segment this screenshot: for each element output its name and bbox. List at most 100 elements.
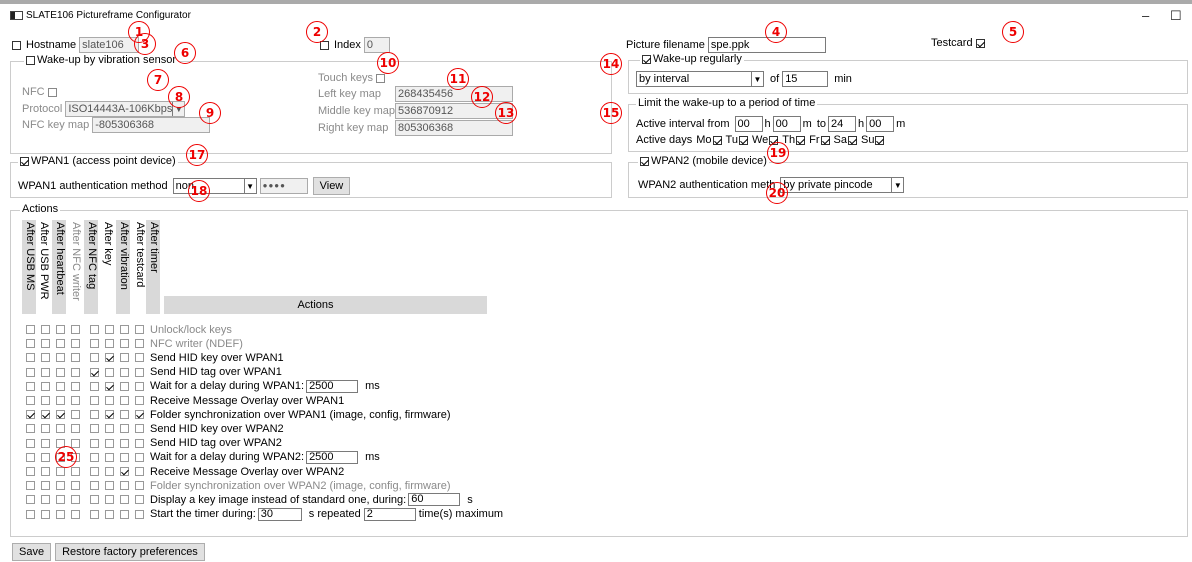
- action-checkbox[interactable]: [135, 410, 144, 420]
- action-checkbox[interactable]: [26, 495, 35, 505]
- action-checkbox[interactable]: [105, 424, 114, 434]
- wpan1-checkbox[interactable]: [20, 156, 29, 166]
- action-checkbox[interactable]: [26, 452, 35, 462]
- right-keymap-input[interactable]: 805306368: [395, 120, 513, 136]
- action-checkbox[interactable]: [105, 367, 114, 377]
- vibration-checkbox[interactable]: [26, 55, 35, 65]
- action-checkbox[interactable]: [71, 367, 80, 377]
- action-checkbox[interactable]: [120, 495, 129, 505]
- action-checkbox[interactable]: [71, 424, 80, 434]
- action-checkbox[interactable]: [41, 509, 50, 519]
- action-value-input[interactable]: 2500: [306, 379, 359, 393]
- action-checkbox[interactable]: [56, 467, 65, 476]
- action-checkbox[interactable]: [105, 325, 114, 334]
- action-checkbox[interactable]: [135, 438, 144, 448]
- action-checkbox[interactable]: [41, 353, 50, 363]
- action-checkbox[interactable]: [56, 381, 65, 391]
- action-checkbox[interactable]: [135, 481, 144, 491]
- view-password-button[interactable]: View: [312, 177, 351, 195]
- maximize-button[interactable]: ☐: [1170, 8, 1182, 24]
- nfc-checkbox[interactable]: [47, 87, 57, 97]
- day-sa-checkbox[interactable]: [847, 135, 857, 145]
- action-checkbox[interactable]: [105, 495, 114, 505]
- action-checkbox[interactable]: [71, 438, 80, 448]
- action-checkbox[interactable]: [71, 467, 80, 476]
- action-checkbox[interactable]: [120, 325, 129, 334]
- wake-interval-input[interactable]: 15: [782, 71, 829, 87]
- wake-regularly-checkbox[interactable]: [642, 54, 651, 64]
- action-checkbox[interactable]: [120, 481, 129, 491]
- wpan2-auth-select[interactable]: by private pincode ▼: [780, 177, 905, 193]
- day-mo-checkbox[interactable]: [712, 135, 722, 145]
- action-checkbox[interactable]: [71, 495, 80, 505]
- action-checkbox[interactable]: [90, 438, 99, 448]
- action-checkbox[interactable]: [56, 481, 65, 491]
- action-checkbox[interactable]: [120, 410, 129, 420]
- action-checkbox[interactable]: [105, 452, 114, 462]
- to-minute-input[interactable]: 00: [866, 116, 895, 132]
- action-checkbox[interactable]: [120, 452, 129, 462]
- action-checkbox[interactable]: [56, 509, 65, 519]
- action-checkbox[interactable]: [105, 381, 114, 391]
- action-checkbox[interactable]: [135, 381, 144, 391]
- action-checkbox[interactable]: [90, 396, 99, 405]
- action-checkbox[interactable]: [26, 467, 35, 476]
- action-checkbox[interactable]: [105, 410, 114, 420]
- day-su-checkbox[interactable]: [875, 135, 885, 145]
- action-checkbox[interactable]: [56, 495, 65, 505]
- action-checkbox[interactable]: [56, 424, 65, 434]
- action-checkbox[interactable]: [135, 396, 144, 405]
- day-th-checkbox[interactable]: [796, 135, 806, 145]
- minimize-button[interactable]: –: [1142, 8, 1149, 23]
- action-checkbox[interactable]: [120, 381, 129, 391]
- save-button[interactable]: Save: [12, 543, 52, 561]
- action-checkbox[interactable]: [41, 381, 50, 391]
- action-checkbox[interactable]: [71, 353, 80, 363]
- action-checkbox[interactable]: [41, 410, 50, 420]
- action-checkbox[interactable]: [56, 353, 65, 363]
- action-checkbox[interactable]: [90, 339, 99, 349]
- action-checkbox[interactable]: [135, 325, 144, 334]
- action-checkbox[interactable]: [135, 353, 144, 363]
- action-checkbox[interactable]: [56, 396, 65, 405]
- action-value-input[interactable]: 2500: [306, 450, 359, 464]
- restore-factory-button[interactable]: Restore factory preferences: [55, 543, 205, 561]
- action-checkbox[interactable]: [26, 339, 35, 349]
- action-checkbox[interactable]: [90, 381, 99, 391]
- action-checkbox[interactable]: [120, 424, 129, 434]
- action-checkbox[interactable]: [135, 367, 144, 377]
- wpan2-checkbox[interactable]: [640, 156, 649, 166]
- action-checkbox[interactable]: [90, 495, 99, 505]
- action-checkbox[interactable]: [56, 367, 65, 377]
- action-checkbox[interactable]: [90, 325, 99, 334]
- action-checkbox[interactable]: [71, 481, 80, 491]
- day-fr-checkbox[interactable]: [820, 135, 830, 145]
- action-checkbox[interactable]: [41, 396, 50, 405]
- action-checkbox[interactable]: [135, 509, 144, 519]
- action-checkbox[interactable]: [41, 424, 50, 434]
- action-checkbox[interactable]: [105, 438, 114, 448]
- action-checkbox[interactable]: [26, 424, 35, 434]
- action-checkbox[interactable]: [71, 325, 80, 334]
- timer-repeat-input[interactable]: 2: [363, 507, 416, 521]
- wpan1-password-input[interactable]: ●●●●: [259, 178, 308, 194]
- action-checkbox[interactable]: [90, 410, 99, 420]
- action-checkbox[interactable]: [41, 339, 50, 349]
- action-checkbox[interactable]: [56, 339, 65, 349]
- action-checkbox[interactable]: [56, 410, 65, 420]
- action-checkbox[interactable]: [120, 396, 129, 405]
- action-checkbox[interactable]: [26, 509, 35, 519]
- action-checkbox[interactable]: [56, 325, 65, 334]
- action-checkbox[interactable]: [120, 438, 129, 448]
- action-checkbox[interactable]: [135, 495, 144, 505]
- action-checkbox[interactable]: [71, 396, 80, 405]
- action-checkbox[interactable]: [105, 353, 114, 363]
- action-checkbox[interactable]: [26, 325, 35, 334]
- wpan1-auth-select[interactable]: non ▼: [172, 178, 257, 194]
- action-checkbox[interactable]: [26, 353, 35, 363]
- action-checkbox[interactable]: [105, 396, 114, 405]
- protocol-select[interactable]: ISO14443A-106Kbps ▼: [65, 101, 186, 117]
- action-checkbox[interactable]: [41, 452, 50, 462]
- touch-keys-checkbox[interactable]: [376, 73, 386, 83]
- action-checkbox[interactable]: [90, 467, 99, 476]
